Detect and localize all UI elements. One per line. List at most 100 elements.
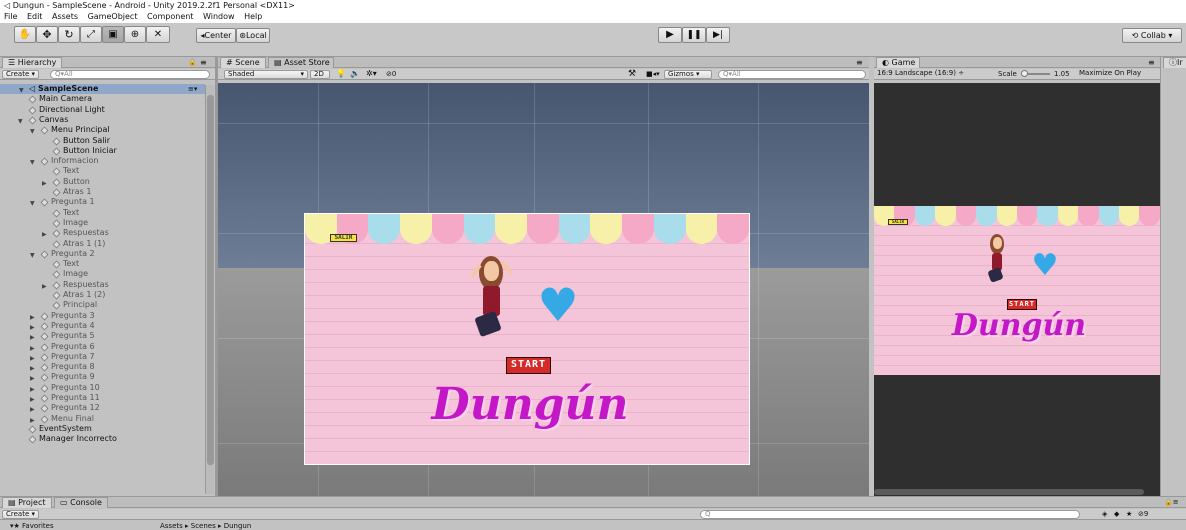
menu-component[interactable]: Component — [147, 12, 193, 21]
hierarchy-item[interactable]: ▶ Pregunta 6 — [0, 342, 205, 352]
hierarchy-item[interactable]: Directional Light — [0, 105, 205, 115]
menu-assets[interactable]: Assets — [52, 12, 78, 21]
game-view[interactable]: SALIR ♥ START Dungún — [874, 83, 1160, 496]
scale-slider-thumb[interactable] — [1021, 70, 1028, 77]
scene-menu-icon[interactable]: ≡▾ — [188, 84, 197, 94]
hierarchy-item[interactable]: ▶ Pregunta 4 — [0, 321, 205, 331]
scene-tools-icon[interactable]: ⚒ — [628, 69, 636, 79]
hierarchy-item[interactable]: ▶ Pregunta 8 — [0, 362, 205, 372]
filter-type-icon[interactable]: ◈ — [1102, 509, 1107, 519]
hierarchy-item[interactable]: Button Salir — [0, 136, 205, 146]
gameobject-icon — [40, 404, 49, 413]
hierarchy-item[interactable]: ▼ Pregunta 2 — [0, 249, 205, 259]
hierarchy-item[interactable]: Main Camera — [0, 94, 205, 104]
hierarchy-item[interactable]: ▼ Menu Principal — [0, 125, 205, 135]
hierarchy-item[interactable]: Atras 1 (2) — [0, 290, 205, 300]
tab-asset-store[interactable]: ▤ Asset Store — [268, 57, 334, 68]
panel-menu-icon[interactable]: ≡ — [200, 57, 207, 68]
gizmos-dropdown[interactable]: Gizmos ▾ — [664, 70, 712, 79]
rotate-tool-icon[interactable]: ↻ — [58, 26, 80, 43]
scale-tool-icon[interactable]: ⤢ — [80, 26, 102, 43]
pivot-center-button[interactable]: ◂Center — [196, 28, 236, 43]
panel-menu-icon[interactable]: ≡ — [856, 57, 863, 68]
hierarchy-create-dropdown[interactable]: Create ▾ — [2, 70, 40, 79]
hierarchy-item[interactable]: ▶ Pregunta 5 — [0, 331, 205, 341]
hierarchy-item[interactable]: Text — [0, 259, 205, 269]
tab-game[interactable]: ◐ Game — [876, 57, 920, 68]
menu-gameobject[interactable]: GameObject — [88, 12, 138, 21]
hierarchy-item[interactable]: ▶ Pregunta 10 — [0, 383, 205, 393]
salir-button[interactable]: SALIR — [330, 234, 357, 242]
collab-button[interactable]: ⟲ Collab ▾ — [1122, 28, 1182, 43]
hierarchy-item[interactable]: ▼ Informacion — [0, 156, 205, 166]
tab-console[interactable]: ▭ Console — [54, 497, 108, 508]
menu-file[interactable]: File — [4, 12, 17, 21]
filter-label-icon[interactable]: ◆ — [1114, 509, 1119, 519]
hierarchy-item[interactable]: Principal — [0, 300, 205, 310]
hierarchy-item[interactable]: Image — [0, 218, 205, 228]
scene-search-input[interactable]: Q▾All — [718, 70, 866, 79]
hierarchy-item[interactable]: Text — [0, 166, 205, 176]
menu-window[interactable]: Window — [203, 12, 235, 21]
camera-icon[interactable]: ■◂▾ — [646, 69, 660, 79]
hierarchy-item[interactable]: EventSystem — [0, 424, 205, 434]
hierarchy-item[interactable]: ▶ Respuestas — [0, 280, 205, 290]
panel-menu-icon[interactable]: ≡ — [1148, 57, 1155, 68]
transform-tool-icon[interactable]: ⊕ — [124, 26, 146, 43]
lock-icon[interactable]: 🔒 — [188, 57, 197, 68]
hierarchy-item[interactable]: Text — [0, 208, 205, 218]
custom-tool-icon[interactable]: ✕ — [146, 26, 170, 43]
project-create-dropdown[interactable]: Create ▾ — [2, 510, 40, 519]
audio-icon[interactable]: 🔈 — [350, 69, 360, 79]
move-tool-icon[interactable]: ✥ — [36, 26, 58, 43]
hidden-objects-counter[interactable]: ⊘0 — [386, 69, 396, 79]
tab-project[interactable]: ▤ Project — [2, 497, 52, 508]
game-horizontal-scrollbar[interactable] — [874, 489, 1144, 495]
hierarchy-item-label: Button Salir — [63, 135, 111, 145]
hierarchy-item[interactable]: Button Iniciar — [0, 146, 205, 156]
hierarchy-item[interactable]: ▶ Pregunta 7 — [0, 352, 205, 362]
menu-help[interactable]: Help — [244, 12, 262, 21]
hierarchy-item[interactable]: Atras 1 — [0, 187, 205, 197]
tab-inspector[interactable]: ⓘIr — [1163, 57, 1186, 68]
hierarchy-item[interactable]: ▶ Respuestas — [0, 228, 205, 238]
rect-tool-icon[interactable]: ▣ — [102, 26, 124, 43]
project-search-input[interactable]: Q — [700, 510, 1080, 519]
mode-2d-toggle[interactable]: 2D — [310, 70, 330, 79]
maximize-on-play-toggle[interactable]: Maximize On Play — [1076, 70, 1156, 79]
scene-canvas[interactable]: SALIR ♥ START Dungún — [304, 213, 750, 465]
hierarchy-item[interactable]: ▶ Pregunta 11 — [0, 393, 205, 403]
menu-edit[interactable]: Edit — [27, 12, 43, 21]
tab-hierarchy[interactable]: ☰ Hierarchy — [2, 57, 62, 68]
scene-view[interactable]: SALIR ♥ START Dungún — [218, 83, 869, 496]
start-button[interactable]: START — [506, 357, 551, 374]
hierarchy-item[interactable]: ▶ Pregunta 12 — [0, 403, 205, 413]
favorite-star-icon[interactable]: ★ — [1126, 509, 1132, 519]
pivot-local-button[interactable]: ⊛Local — [236, 28, 270, 43]
effects-icon[interactable]: ✲▾ — [366, 69, 377, 79]
hierarchy-search-input[interactable]: Q▾All — [50, 70, 210, 79]
hierarchy-scroll-thumb[interactable] — [207, 95, 214, 465]
hierarchy-item[interactable]: Atras 1 (1) — [0, 239, 205, 249]
pause-button[interactable]: ❚❚ — [682, 27, 706, 43]
hierarchy-item[interactable]: ▶ Pregunta 9 — [0, 372, 205, 382]
lighting-icon[interactable]: 💡 — [336, 69, 346, 79]
hierarchy-item[interactable]: Image — [0, 269, 205, 279]
hierarchy-item[interactable]: Manager Incorrecto — [0, 434, 205, 444]
hidden-packages-counter[interactable]: ⊘9 — [1138, 509, 1148, 519]
hierarchy-scene-row[interactable]: ▼ ◁ SampleScene ≡▾ — [0, 84, 205, 95]
hierarchy-item[interactable]: ▶ Menu Final — [0, 414, 205, 424]
lock-icon[interactable]: 🔒≡ — [1164, 497, 1179, 508]
hierarchy-item[interactable]: ▶ Pregunta 3 — [0, 311, 205, 321]
shading-mode-dropdown[interactable]: Shaded ▾ — [224, 70, 308, 79]
tab-scene[interactable]: # Scene — [220, 57, 266, 68]
step-button[interactable]: ▶| — [706, 27, 730, 43]
hierarchy-item[interactable]: ▼ Canvas — [0, 115, 205, 125]
game-salir-button[interactable]: SALIR — [888, 219, 908, 225]
hierarchy-item[interactable]: ▼ Pregunta 1 — [0, 197, 205, 207]
aspect-dropdown[interactable]: 16:9 Landscape (16:9) ÷ — [874, 70, 986, 79]
play-button[interactable]: ▶ — [658, 27, 682, 43]
hand-tool-icon[interactable]: ✋ — [14, 26, 36, 43]
hierarchy-item[interactable]: ▶ Button — [0, 177, 205, 187]
hierarchy-scrollbar[interactable] — [205, 85, 214, 494]
